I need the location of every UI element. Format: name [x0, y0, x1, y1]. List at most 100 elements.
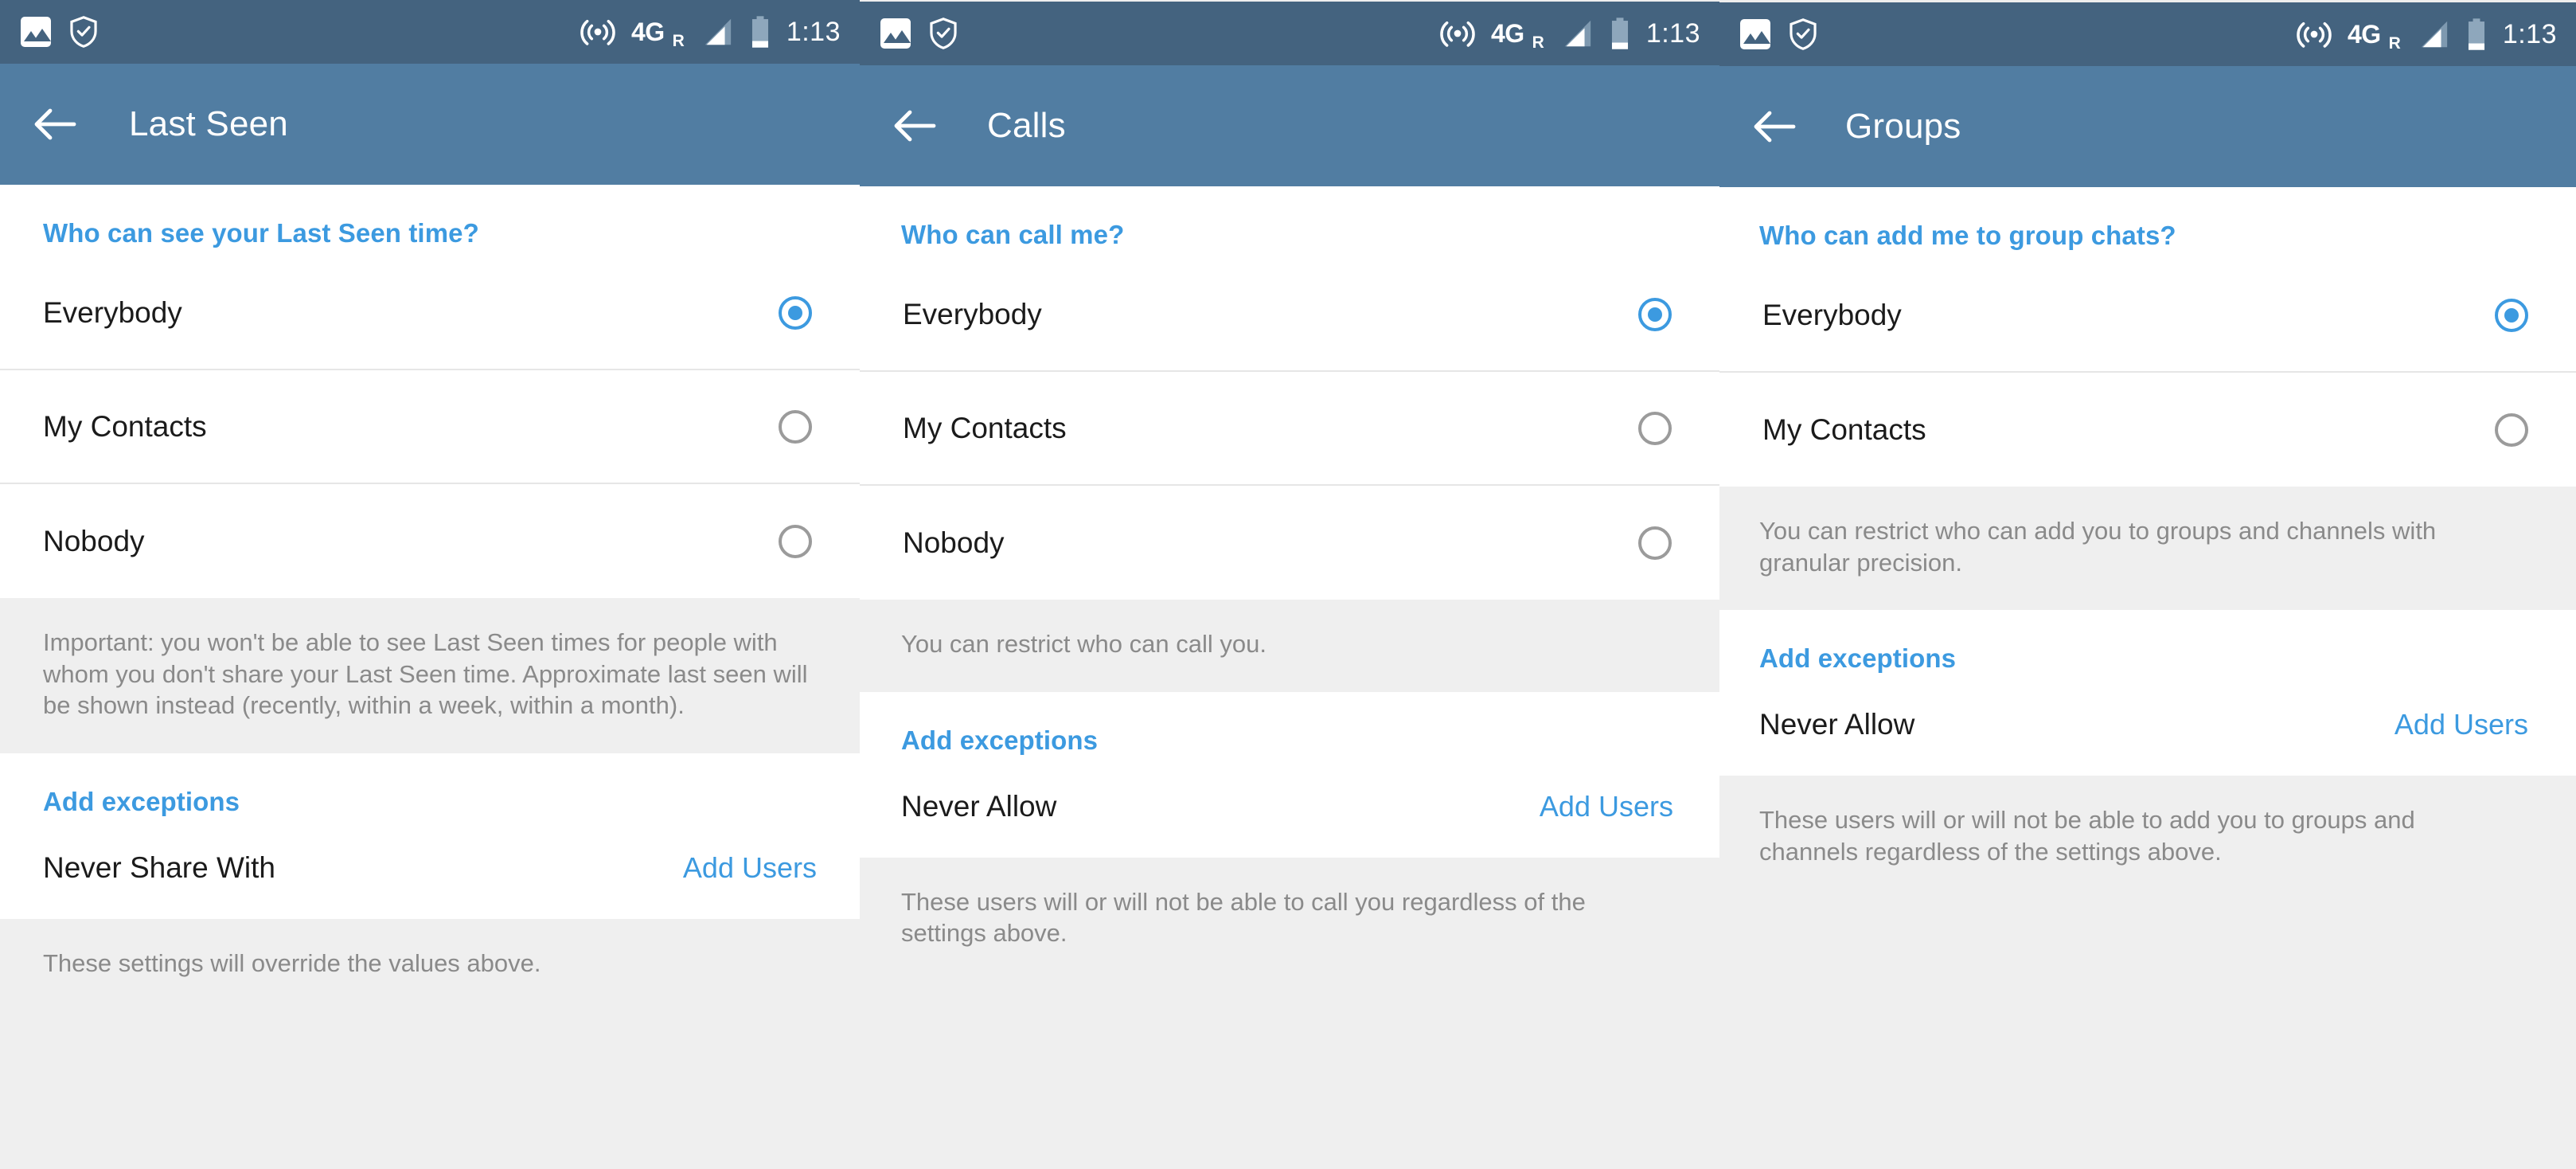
option-label: Nobody — [43, 524, 145, 557]
page-title: Calls — [987, 106, 1066, 145]
status-bar-right-icons: 4G R 1:13 — [580, 15, 841, 49]
roaming-indicator-label: R — [2388, 33, 2401, 53]
settings-content: Who can see your Last Seen time? Everybo… — [0, 185, 860, 1011]
exception-row-never-allow[interactable]: Never Allow Add Users — [860, 756, 1719, 858]
battery-icon — [750, 15, 771, 49]
radio-button-nobody[interactable] — [1638, 526, 1672, 560]
hotspot-icon — [580, 16, 615, 48]
image-icon — [1740, 19, 1770, 49]
radio-button-my-contacts[interactable] — [2495, 412, 2528, 447]
option-label: My Contacts — [903, 411, 1067, 444]
option-row-my-contacts[interactable]: My Contacts — [1719, 373, 2576, 487]
exceptions-card: Add exceptions Never Allow Add Users — [860, 691, 1719, 858]
exceptions-note: These users will or will not be able to … — [860, 857, 1719, 982]
option-row-nobody[interactable]: Nobody — [860, 486, 1719, 600]
back-arrow-icon[interactable] — [30, 100, 80, 149]
phone-screen-last-seen: 4G R 1:13 Last Seen Who can see your Las… — [0, 0, 860, 1169]
shield-check-icon — [68, 15, 99, 49]
option-label: Everybody — [43, 295, 182, 329]
hotspot-icon — [1440, 18, 1475, 49]
radio-button-nobody[interactable] — [779, 524, 812, 558]
status-bar: 4G R 1:13 — [860, 2, 1719, 65]
roaming-indicator-label: R — [672, 31, 685, 50]
exceptions-header: Add exceptions — [43, 787, 240, 817]
exceptions-note: These users will or will not be able to … — [1719, 776, 2576, 900]
exceptions-card: Add exceptions Never Share With Add User… — [0, 753, 860, 920]
status-bar-clock: 1:13 — [786, 17, 841, 47]
image-icon — [21, 17, 51, 47]
section-header: Who can see your Last Seen time? — [43, 218, 479, 248]
option-label: Nobody — [903, 526, 1005, 559]
signal-triangle-icon — [2417, 18, 2450, 50]
status-bar: 4G R 1:13 — [1719, 2, 2576, 66]
status-bar-clock: 1:13 — [1645, 18, 1700, 49]
network-type-label: 4G — [2347, 20, 2381, 49]
app-bar: Groups — [1719, 66, 2576, 187]
settings-content: Who can add me to group chats? Everybody… — [1719, 187, 2576, 900]
back-arrow-icon[interactable] — [890, 101, 939, 151]
status-bar-right-icons: 4G R 1:13 — [1440, 17, 1700, 51]
exception-label: Never Allow — [901, 789, 1057, 823]
radio-button-my-contacts[interactable] — [1638, 411, 1672, 445]
option-row-nobody[interactable]: Nobody — [0, 484, 860, 598]
privacy-options-card: Who can see your Last Seen time? Everybo… — [0, 185, 860, 598]
status-bar-left-icons — [1740, 18, 1818, 51]
exception-label: Never Share With — [43, 851, 275, 885]
privacy-options-card: Who can call me? Everybody My Contacts N… — [860, 186, 1719, 600]
exceptions-note: These settings will override the values … — [0, 919, 860, 1011]
screenshot-root: 4G R 1:13 Last Seen Who can see your Las… — [0, 0, 2576, 1169]
network-type-label: 4G — [630, 18, 665, 46]
image-icon — [880, 18, 911, 49]
network-type-label: 4G — [1490, 19, 1524, 48]
hotspot-icon — [2297, 18, 2332, 50]
signal-triangle-icon — [1560, 18, 1594, 49]
phone-screen-groups: 4G R 1:13 Groups Who can add me to group… — [1719, 2, 2576, 1169]
radio-button-everybody[interactable] — [1638, 297, 1672, 331]
option-label: My Contacts — [1762, 412, 1926, 446]
add-users-button[interactable]: Add Users — [2395, 708, 2528, 741]
radio-button-my-contacts[interactable] — [779, 409, 812, 444]
privacy-note: You can restrict who can add you to grou… — [1719, 487, 2576, 611]
add-users-button[interactable]: Add Users — [1540, 790, 1673, 823]
exceptions-header: Add exceptions — [1759, 643, 1957, 674]
privacy-note: Important: you won't be able to see Last… — [0, 598, 860, 754]
option-label: Everybody — [1762, 298, 1902, 331]
app-bar: Calls — [860, 65, 1719, 186]
add-users-button[interactable]: Add Users — [683, 851, 817, 885]
shield-check-icon — [928, 17, 958, 50]
battery-icon — [1610, 17, 1630, 50]
signal-triangle-icon — [701, 16, 734, 48]
exception-label: Never Allow — [1759, 708, 1915, 741]
privacy-note: You can restrict who can call you. — [860, 600, 1719, 692]
privacy-options-card: Who can add me to group chats? Everybody… — [1719, 187, 2576, 487]
option-row-everybody[interactable]: Everybody — [1719, 259, 2576, 373]
status-bar-clock: 1:13 — [2502, 19, 2557, 49]
status-bar-right-icons: 4G R 1:13 — [2297, 18, 2557, 52]
option-row-everybody[interactable]: Everybody — [860, 258, 1719, 372]
page-title: Last Seen — [129, 104, 288, 143]
status-bar-left-icons — [21, 15, 99, 49]
option-row-my-contacts[interactable]: My Contacts — [860, 372, 1719, 486]
option-label: My Contacts — [43, 409, 207, 443]
back-arrow-icon[interactable] — [1750, 102, 1799, 151]
settings-content: Who can call me? Everybody My Contacts N… — [860, 186, 1719, 982]
phone-screen-calls: 4G R 1:13 Calls Who can call me? Everybo… — [860, 2, 1719, 1169]
status-bar: 4G R 1:13 — [0, 0, 860, 64]
status-bar-left-icons — [880, 17, 958, 50]
exceptions-card: Add exceptions Never Allow Add Users — [1719, 610, 2576, 776]
exception-row-never-allow[interactable]: Never Allow Add Users — [1719, 674, 2576, 776]
radio-button-everybody[interactable] — [779, 295, 812, 330]
page-title: Groups — [1845, 107, 1961, 146]
exceptions-header: Add exceptions — [901, 725, 1099, 755]
exception-row-never-share-with[interactable]: Never Share With Add Users — [0, 817, 860, 919]
app-bar: Last Seen — [0, 64, 860, 185]
option-row-everybody[interactable]: Everybody — [0, 256, 860, 370]
option-label: Everybody — [903, 297, 1042, 330]
shield-check-icon — [1788, 18, 1818, 51]
section-header: Who can add me to group chats? — [1759, 221, 2176, 250]
radio-button-everybody[interactable] — [2495, 298, 2528, 332]
roaming-indicator-label: R — [1532, 33, 1544, 52]
section-header: Who can call me? — [901, 220, 1125, 249]
battery-icon — [2466, 18, 2487, 51]
option-row-my-contacts[interactable]: My Contacts — [0, 370, 860, 484]
